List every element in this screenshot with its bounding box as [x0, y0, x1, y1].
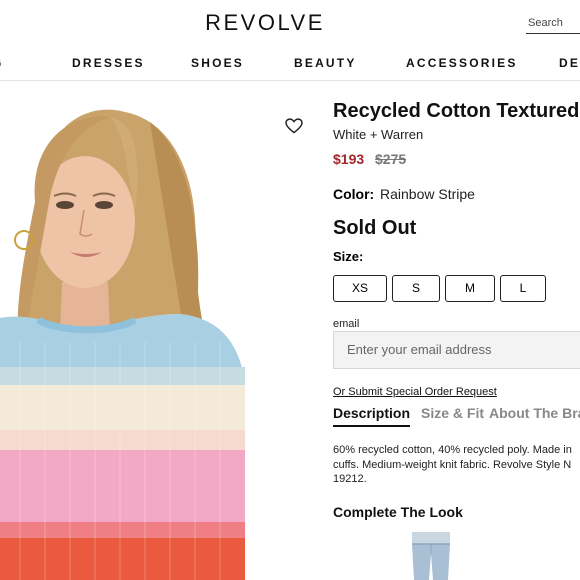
nav-item-dresses[interactable]: DRESSES: [72, 56, 145, 70]
color-value: Rainbow Stripe: [380, 186, 475, 202]
special-order-link[interactable]: Or Submit Special Order Request: [333, 386, 497, 398]
color-label: Color:: [333, 186, 375, 202]
site-header: REVOLVE Search: [0, 0, 580, 44]
original-price: $275: [375, 151, 407, 167]
size-button-m[interactable]: M: [445, 275, 495, 302]
product-brand[interactable]: White + Warren: [333, 127, 423, 142]
nav-item-shoes[interactable]: SHOES: [191, 56, 244, 70]
nav-item-partial-right[interactable]: DES: [559, 56, 580, 70]
nav-item-accessories[interactable]: ACCESSORIES: [406, 56, 518, 70]
complete-look-heading: Complete The Look: [333, 504, 463, 520]
size-button-s[interactable]: S: [392, 275, 440, 302]
complete-look-thumbnail[interactable]: [406, 532, 456, 580]
product-image[interactable]: [0, 82, 315, 580]
heart-icon[interactable]: [285, 118, 303, 134]
size-button-l[interactable]: L: [500, 275, 546, 302]
product-description: 60% recycled cotton, 40% recycled poly. …: [333, 444, 572, 485]
main-navigation: G DRESSES SHOES BEAUTY ACCESSORIES DES: [0, 48, 580, 81]
sale-price: $193: [333, 151, 365, 167]
tab-description[interactable]: Description: [333, 405, 411, 427]
email-label: email: [333, 318, 360, 330]
email-input[interactable]: Enter your email address: [333, 331, 580, 369]
site-logo[interactable]: REVOLVE: [0, 10, 530, 36]
size-label: Size:: [333, 249, 364, 264]
tab-about-brand[interactable]: About The Bra: [489, 405, 580, 421]
nav-item-beauty[interactable]: BEAUTY: [294, 56, 357, 70]
nav-item-partial-left[interactable]: G: [0, 56, 4, 70]
product-title: Recycled Cotton Textured: [333, 100, 580, 122]
search-input[interactable]: Search: [526, 12, 580, 34]
sold-out-status: Sold Out: [333, 217, 417, 239]
tab-size-fit[interactable]: Size & Fit: [421, 405, 484, 421]
size-button-xs[interactable]: XS: [333, 275, 387, 302]
